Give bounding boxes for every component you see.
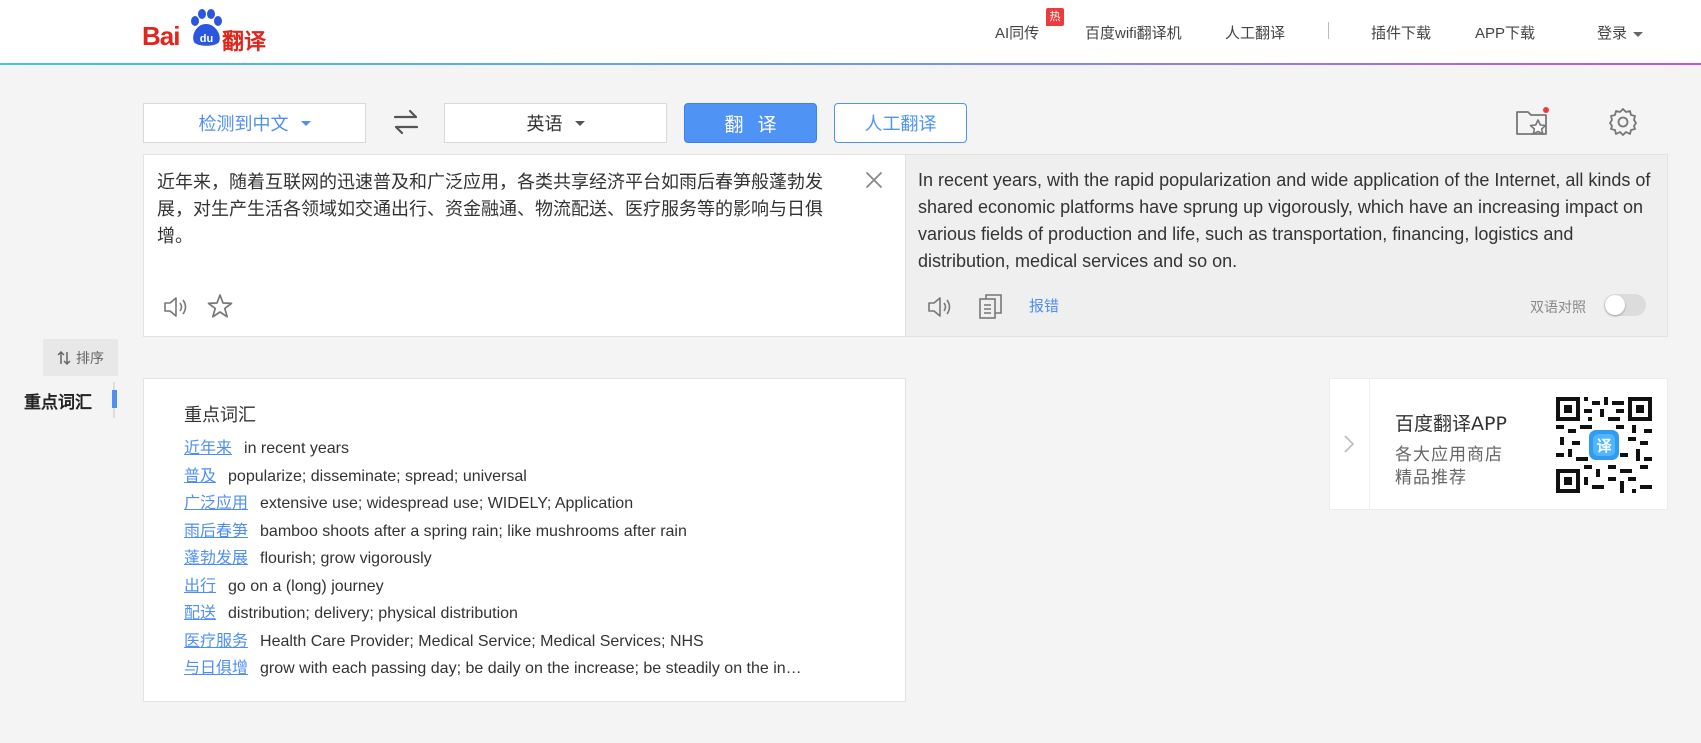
vocab-word-link[interactable]: 配送: [184, 603, 216, 622]
close-icon[interactable]: [864, 170, 884, 190]
human-translate-button[interactable]: 人工翻译: [834, 103, 967, 143]
target-language-select[interactable]: 英语: [444, 103, 667, 143]
vocab-word-link[interactable]: 近年来: [184, 438, 232, 457]
chevron-down-icon: [1633, 31, 1644, 37]
translate-button[interactable]: 翻译: [684, 103, 817, 143]
app-promo-card: 百度翻译APP 各大应用商店 精品推荐 译: [1329, 378, 1668, 510]
nav-divider: [1328, 22, 1329, 39]
chevron-down-icon: [300, 120, 311, 126]
sort-label: 排序: [76, 349, 104, 366]
vocab-item: 近年来 in recent years: [184, 434, 889, 462]
vocab-item: 蓬勃发展 flourish; grow vigorously: [184, 544, 889, 572]
target-text-panel: In recent years, with the rapid populari…: [906, 154, 1668, 337]
vocab-definition: in recent years: [244, 440, 349, 457]
source-language-label: 检测到中文: [198, 114, 289, 134]
toggle-knob: [1605, 295, 1625, 315]
app-promo-collapse[interactable]: [1330, 379, 1370, 509]
vocab-list: 近年来 in recent years 普及 popularize; dissemi…: [184, 434, 889, 682]
hot-badge: 热: [1046, 8, 1064, 26]
baidu-translate-logo[interactable]: Bai du 翻译: [142, 8, 267, 55]
gear-icon[interactable]: [1608, 107, 1638, 137]
vocab-word-link[interactable]: 医疗服务: [184, 631, 248, 650]
vocab-definition: extensive use; widespread use; WIDELY; A…: [260, 495, 634, 512]
sidebar-active-indicator: [112, 390, 117, 408]
logo-text-du: du: [200, 33, 213, 45]
vocab-item: 普及 popularize; disseminate; spread; unive…: [184, 462, 889, 490]
vocab-word-link[interactable]: 广泛应用: [184, 493, 248, 512]
vocab-definition: popularize; disseminate; spread; univers…: [228, 467, 527, 485]
speaker-icon[interactable]: [926, 293, 954, 321]
baidu-paw-icon: du: [191, 9, 222, 46]
vocab-definition: grow with each passing day; be daily on …: [260, 660, 802, 677]
nav-app-download[interactable]: APP下载: [1475, 22, 1535, 43]
nav-plugin-download[interactable]: 插件下载: [1371, 22, 1431, 43]
vocab-definition: bamboo shoots after a spring rain; like …: [260, 522, 687, 540]
folder-star-icon[interactable]: [1515, 106, 1551, 138]
vocab-item: 医疗服务 Health Care Provider; Medical Servic…: [184, 627, 889, 655]
vocab-definition: distribution; delivery; physical distrib…: [228, 605, 518, 622]
sidebar-item-key-vocab[interactable]: 重点词汇: [24, 388, 92, 413]
swap-arrows-icon[interactable]: [390, 106, 422, 138]
vocab-word-link[interactable]: 出行: [184, 576, 216, 595]
target-language-label: 英语: [526, 114, 563, 134]
sort-button[interactable]: 排序: [43, 339, 118, 376]
vocab-item: 广泛应用 extensive use; widespread use; WIDEL…: [184, 489, 889, 517]
chevron-down-icon: [574, 120, 585, 126]
app-promo-line2: 精品推荐: [1395, 468, 1467, 488]
login-label: 登录: [1597, 25, 1628, 42]
qr-code: 译: [1556, 397, 1652, 493]
logo-text-fanyi: 翻译: [222, 30, 267, 55]
vocab-definition: flourish; grow vigorously: [260, 550, 432, 567]
source-language-select[interactable]: 检测到中文: [143, 103, 366, 143]
vocab-item: 配送 distribution; delivery; physical distr…: [184, 599, 889, 627]
app-promo-title: 百度翻译APP: [1395, 413, 1507, 435]
nav-ai-simultaneous[interactable]: AI同传: [995, 22, 1039, 43]
vocab-definition: go on a (long) journey: [228, 577, 384, 595]
report-error-link[interactable]: 报错: [1029, 295, 1059, 316]
vocab-item: 出行 go on a (long) journey: [184, 572, 889, 600]
app-promo-line1: 各大应用商店: [1395, 445, 1503, 465]
qr-center-glyph: 译: [1596, 437, 1612, 455]
nav-wifi-translator[interactable]: 百度wifi翻译机: [1085, 22, 1182, 43]
source-text-panel[interactable]: 近年来，随着互联网的迅速普及和广泛应用，各类共享经济平台如雨后春笋般蓬勃发展，对…: [143, 154, 906, 337]
speaker-icon[interactable]: [162, 293, 190, 321]
logo-text-bai: Bai: [142, 21, 180, 51]
vocab-item: 与日俱增 grow with each passing day; be daily…: [184, 654, 889, 682]
vocab-word-link[interactable]: 普及: [184, 466, 216, 485]
header-accent-line: [0, 63, 1701, 65]
bilingual-toggle[interactable]: [1604, 294, 1646, 316]
vocab-definition: Health Care Provider; Medical Service; M…: [260, 632, 704, 650]
vocab-title: 重点词汇: [184, 405, 256, 426]
vocab-word-link[interactable]: 雨后春笋: [184, 521, 248, 540]
translation-output: In recent years, with the rapid populari…: [918, 170, 1651, 271]
source-textarea[interactable]: 近年来，随着互联网的迅速普及和广泛应用，各类共享经济平台如雨后春笋般蓬勃发展，对…: [157, 169, 847, 250]
top-header: Bai du 翻译 AI同传 热 百度wifi翻译机 人工翻译 插件下载 APP…: [0, 0, 1701, 64]
chevron-right-icon: [1344, 435, 1355, 453]
key-vocab-panel: 重点词汇 近年来 in recent years 普及 popularize; di…: [143, 378, 906, 702]
sort-arrows-icon: [57, 350, 71, 365]
nav-human-translation[interactable]: 人工翻译: [1225, 22, 1285, 43]
star-icon[interactable]: [206, 292, 234, 320]
bilingual-compare-label: 双语对照: [1530, 299, 1586, 315]
login-button[interactable]: 登录: [1597, 22, 1644, 43]
vocab-word-link[interactable]: 蓬勃发展: [184, 548, 248, 567]
vocab-item: 雨后春笋 bamboo shoots after a spring rain; l…: [184, 517, 889, 545]
copy-icon[interactable]: [978, 293, 1004, 321]
vocab-word-link[interactable]: 与日俱增: [184, 658, 248, 677]
